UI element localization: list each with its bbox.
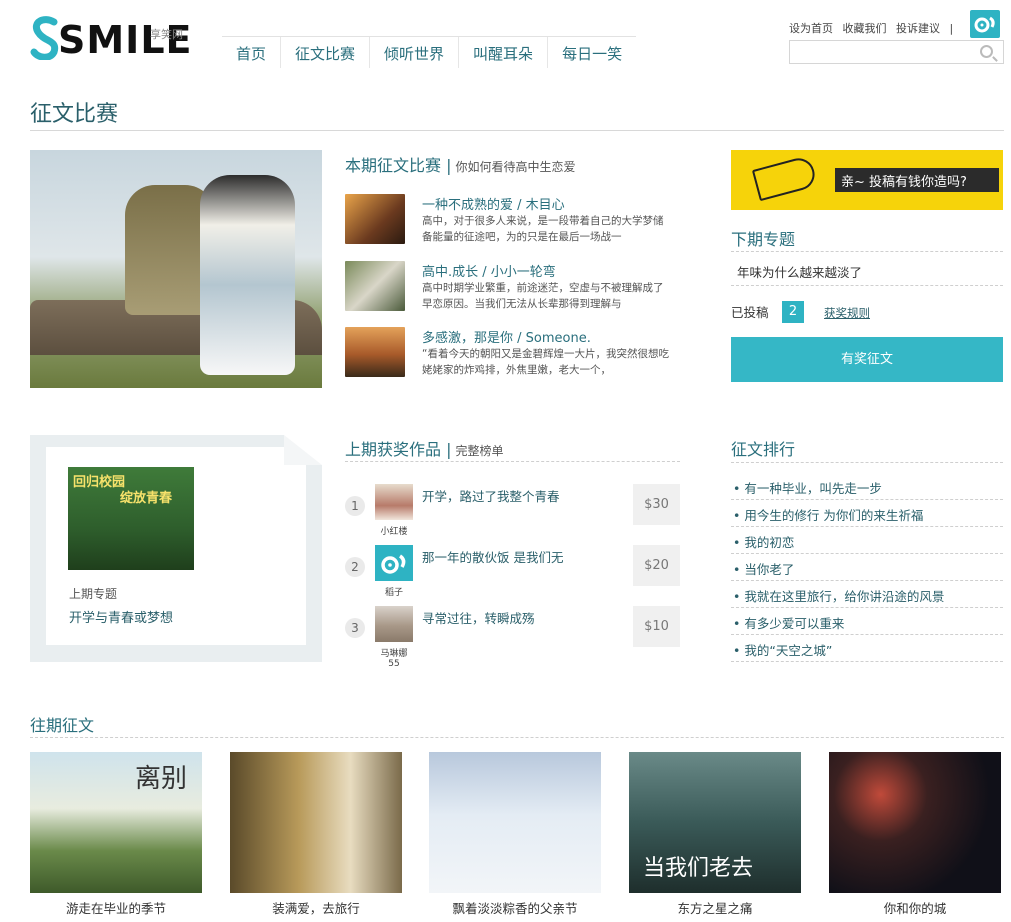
winner-row: 1 小红楼 开学，路过了我整个青春 $30 bbox=[345, 484, 680, 539]
ranking-item[interactable]: • 有一种毕业，叫先走一步 bbox=[731, 473, 1003, 500]
prize-amount: $30 bbox=[633, 484, 680, 525]
winner-username[interactable]: 小红楼 bbox=[375, 524, 413, 537]
winner-username[interactable]: 稻子 bbox=[375, 585, 413, 598]
ranking-item[interactable]: • 我就在这里旅行，给你讲沿途的风景 bbox=[731, 581, 1003, 608]
banner-text: 亲~ 投稿有钱你造吗? bbox=[835, 168, 999, 192]
nav-wake-ears[interactable]: 叫醒耳朵 bbox=[459, 37, 549, 68]
past-contest-caption[interactable]: 装满爱，去旅行 bbox=[230, 898, 402, 917]
entry-description: “看着今天的朝阳又是金碧辉煌一大片，我突然很想吃姥姥家的炸鸡排，外焦里嫩，老大一… bbox=[422, 348, 669, 376]
smile-badge-icon[interactable] bbox=[970, 10, 1000, 38]
rank-number: 3 bbox=[345, 618, 365, 638]
past-contest-image[interactable] bbox=[230, 752, 402, 893]
ranking-item[interactable]: • 我的“天空之城” bbox=[731, 635, 1003, 662]
image-overlay-text: 离别 bbox=[135, 764, 188, 794]
entry-description: 高中时期学业繁重，前途迷茫，空虚与不被理解成了早恋原因。当我们无法从长辈那得到理… bbox=[422, 282, 664, 310]
ranking-heading: 征文排行 bbox=[731, 436, 1003, 463]
entry-title[interactable]: 多感激，那是你 / Someone. bbox=[422, 327, 591, 346]
previous-topic-title[interactable]: 开学与青春或梦想 bbox=[69, 607, 173, 626]
main-nav: 首页 征文比赛 倾听世界 叫醒耳朵 每日一笑 bbox=[222, 36, 637, 68]
past-contests-heading: 往期征文 bbox=[30, 712, 1004, 738]
past-contest-caption[interactable]: 飘着淡淡粽香的父亲节 bbox=[429, 898, 601, 917]
current-contest-topic[interactable]: 你如何看待高中生恋爱 bbox=[456, 160, 576, 174]
nav-home[interactable]: 首页 bbox=[222, 37, 282, 68]
contribute-banner[interactable]: 亲~ 投稿有钱你造吗? bbox=[731, 150, 1003, 210]
logo-s-icon bbox=[30, 16, 59, 60]
megaphone-icon bbox=[751, 154, 819, 202]
entry-description: 高中，对于很多人来说，是一段带着自己的大学梦储备能量的征途吧，为的只是在最后一场… bbox=[422, 215, 664, 243]
submitted-count-badge: 2 bbox=[782, 301, 804, 323]
prize-amount: $20 bbox=[633, 545, 680, 586]
feedback-link[interactable]: 投诉建议 bbox=[896, 22, 940, 35]
previous-topic-poster[interactable]: 回归校园 绽放青春 bbox=[68, 467, 194, 570]
entry-thumbnail[interactable] bbox=[345, 194, 405, 244]
rank-number: 2 bbox=[345, 557, 365, 577]
nav-daily-laugh[interactable]: 每日一笑 bbox=[548, 37, 636, 68]
page-title: 征文比赛 bbox=[30, 102, 119, 127]
past-contest-image[interactable] bbox=[829, 752, 1001, 893]
ranking-item[interactable]: • 当你老了 bbox=[731, 554, 1003, 581]
avatar[interactable] bbox=[375, 606, 413, 642]
winner-title[interactable]: 那一年的散伙饭 是我们无 bbox=[422, 547, 563, 566]
page-fold-decoration bbox=[284, 435, 322, 465]
hero-image[interactable] bbox=[30, 150, 322, 388]
submit-entry-button[interactable]: 有奖征文 bbox=[731, 337, 1003, 382]
next-topic-title[interactable]: 年味为什么越来越淡了 bbox=[731, 258, 1003, 286]
smile-logo-icon bbox=[381, 554, 406, 574]
title-divider bbox=[30, 130, 1004, 131]
toplinks-divider: | bbox=[949, 22, 954, 35]
past-contest-image[interactable]: 当我们老去 bbox=[629, 752, 801, 893]
site-logo[interactable]: SMILE 享笑网 bbox=[30, 14, 200, 64]
ranking-item[interactable]: • 有多少爱可以重来 bbox=[731, 608, 1003, 635]
past-contest-image[interactable] bbox=[429, 752, 601, 893]
winner-title[interactable]: 寻常过往，转瞬成殇 bbox=[422, 608, 535, 627]
search-icon[interactable] bbox=[980, 45, 993, 58]
winner-title[interactable]: 开学，路过了我整个青春 bbox=[422, 486, 560, 505]
avatar[interactable] bbox=[375, 545, 413, 581]
nav-listen[interactable]: 倾听世界 bbox=[370, 37, 460, 68]
ranking-item[interactable]: • 用今生的修行 为你们的来生祈福 bbox=[731, 500, 1003, 527]
avatar[interactable] bbox=[375, 484, 413, 520]
current-contest-heading: 本期征文比赛 | 你如何看待高中生恋爱 bbox=[345, 156, 576, 175]
entry-thumbnail[interactable] bbox=[345, 261, 405, 311]
bookmark-link[interactable]: 收藏我们 bbox=[843, 22, 887, 35]
winner-username[interactable]: 马琳娜55 bbox=[375, 646, 413, 669]
nav-contest[interactable]: 征文比赛 bbox=[281, 37, 371, 68]
winner-row: 3 马琳娜55 寻常过往，转瞬成殇 $10 bbox=[345, 606, 680, 669]
current-entry[interactable]: 多感激，那是你 / Someone. “看着今天的朝阳又是金碧辉煌一大片，我突然… bbox=[345, 327, 675, 382]
current-entry[interactable]: 一种不成熟的爱 / 木目心 高中，对于很多人来说，是一段带着自己的大学梦储备能量… bbox=[345, 194, 675, 249]
past-contest-caption[interactable]: 东方之星之痛 bbox=[629, 898, 801, 917]
winners-heading: 上期获奖作品 | 完整榜单 bbox=[345, 436, 680, 462]
image-overlay-text: 当我们老去 bbox=[643, 856, 754, 881]
past-contest-caption[interactable]: 你和你的城 bbox=[829, 898, 1001, 917]
logo-subtitle: 享笑网 bbox=[150, 28, 183, 41]
search-input[interactable] bbox=[790, 41, 970, 63]
submitted-label: 已投稿 bbox=[731, 305, 769, 320]
search-box bbox=[789, 40, 1004, 64]
award-rules-link[interactable]: 获奖规则 bbox=[824, 305, 870, 321]
winner-row: 2 稻子 那一年的散伙饭 是我们无 $20 bbox=[345, 545, 680, 600]
full-ranking-link[interactable]: 完整榜单 bbox=[456, 444, 504, 458]
past-contest-caption[interactable]: 游走在毕业的季节 bbox=[30, 898, 202, 917]
set-homepage-link[interactable]: 设为首页 bbox=[789, 22, 833, 35]
entry-title[interactable]: 一种不成熟的爱 / 木目心 bbox=[422, 194, 565, 213]
top-links: 设为首页 收藏我们 投诉建议 | bbox=[789, 20, 953, 36]
next-topic-heading: 下期专题 bbox=[731, 226, 1003, 252]
entry-title[interactable]: 高中.成长 / 小小一轮弯 bbox=[422, 261, 556, 280]
current-entry[interactable]: 高中.成长 / 小小一轮弯 高中时期学业繁重，前途迷茫，空虚与不被理解成了早恋原… bbox=[345, 261, 675, 316]
rank-number: 1 bbox=[345, 496, 365, 516]
past-contest-image[interactable]: 离别 bbox=[30, 752, 202, 893]
ranking-item[interactable]: • 我的初恋 bbox=[731, 527, 1003, 554]
entry-thumbnail[interactable] bbox=[345, 327, 405, 377]
previous-topic-label: 上期专题 bbox=[69, 587, 118, 601]
prize-amount: $10 bbox=[633, 606, 680, 647]
previous-topic-card[interactable]: 回归校园 绽放青春 上期专题 开学与青春或梦想 bbox=[46, 435, 322, 645]
